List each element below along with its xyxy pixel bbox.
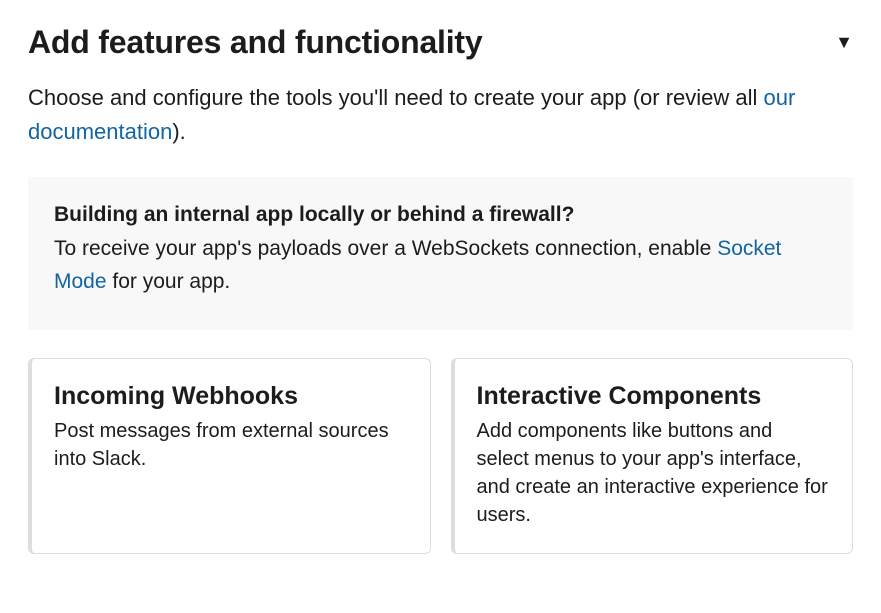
card-title: Interactive Components <box>477 381 831 412</box>
card-desc: Add components like buttons and select m… <box>477 417 831 529</box>
card-interactive-components[interactable]: Interactive Components Add components li… <box>451 358 854 553</box>
info-body-prefix: To receive your app's payloads over a We… <box>54 237 717 260</box>
card-desc: Post messages from external sources into… <box>54 417 408 473</box>
chevron-down-icon[interactable]: ▼ <box>835 32 853 53</box>
intro-suffix: ). <box>172 119 185 144</box>
intro-prefix: Choose and configure the tools you'll ne… <box>28 85 764 110</box>
intro-paragraph: Choose and configure the tools you'll ne… <box>28 81 853 149</box>
card-incoming-webhooks[interactable]: Incoming Webhooks Post messages from ext… <box>28 358 431 553</box>
info-panel: Building an internal app locally or behi… <box>28 177 853 330</box>
section-header[interactable]: Add features and functionality ▼ <box>28 24 853 61</box>
section-title: Add features and functionality <box>28 24 483 61</box>
info-body-suffix: for your app. <box>107 270 231 293</box>
info-body: To receive your app's payloads over a We… <box>54 233 827 298</box>
info-heading: Building an internal app locally or behi… <box>54 203 827 227</box>
feature-cards-row: Incoming Webhooks Post messages from ext… <box>28 358 853 553</box>
card-title: Incoming Webhooks <box>54 381 408 412</box>
